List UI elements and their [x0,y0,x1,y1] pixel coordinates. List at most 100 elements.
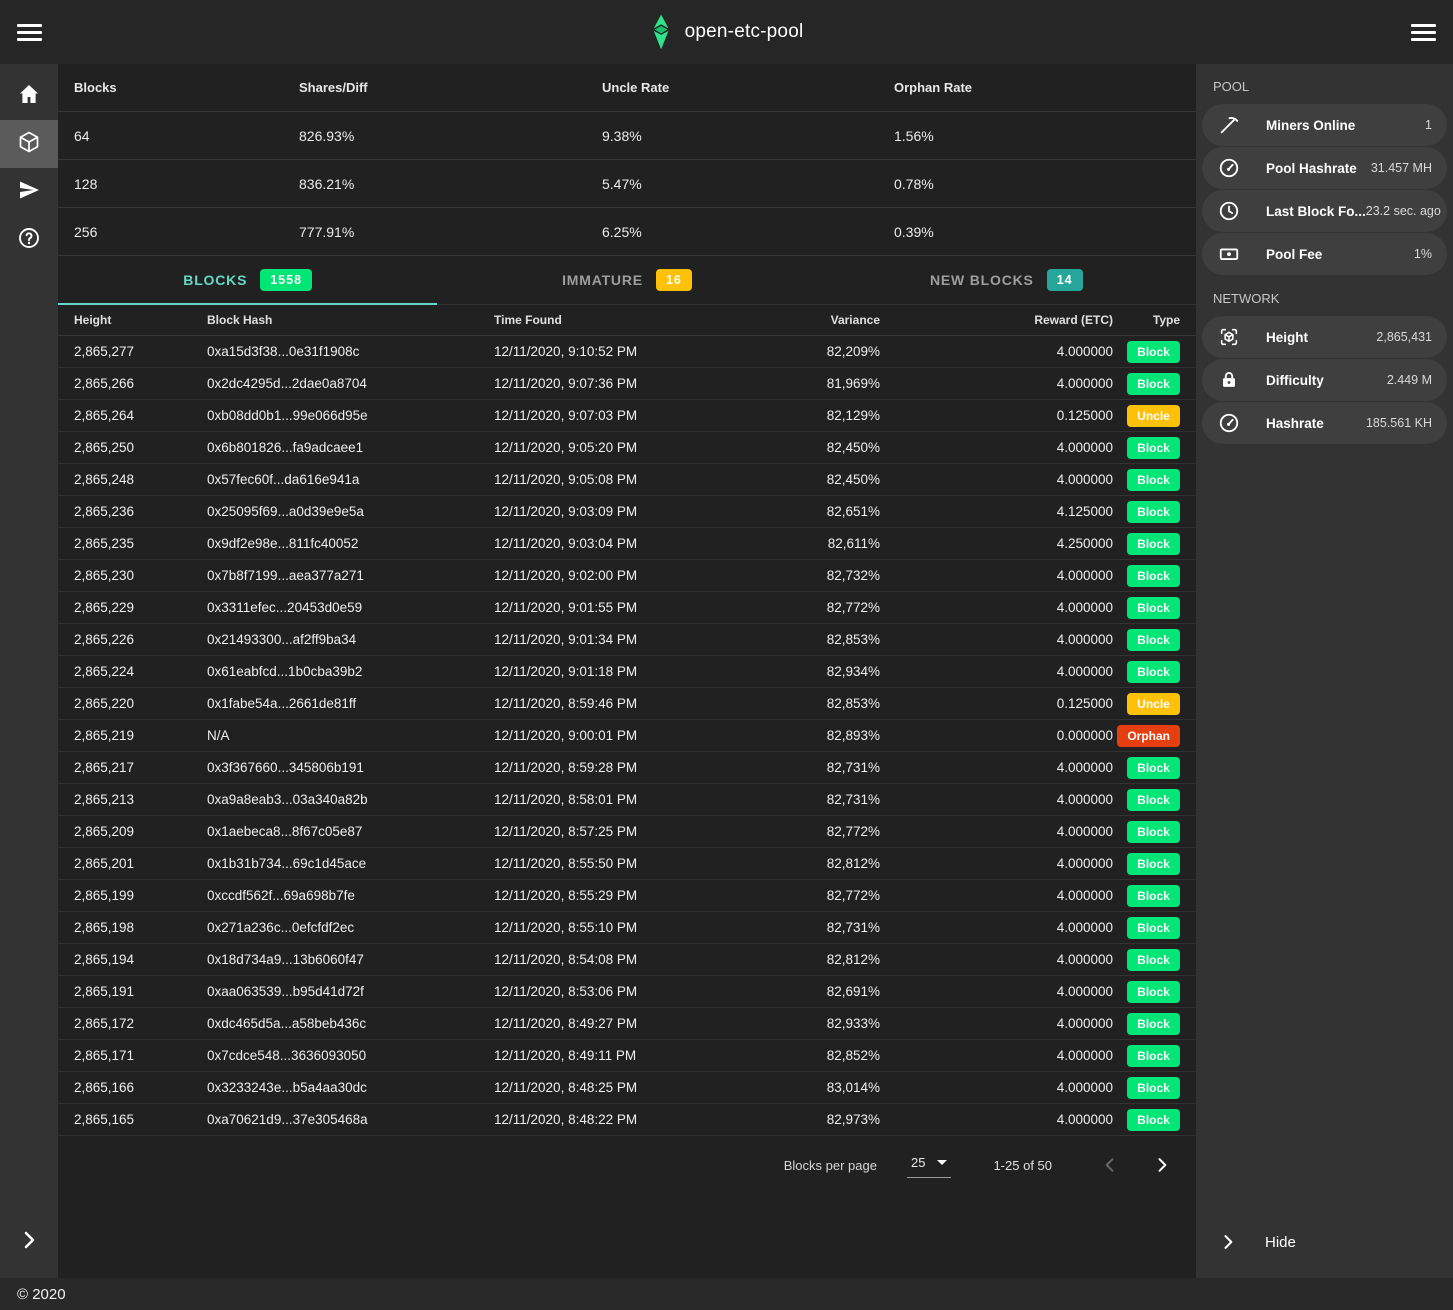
gauge-icon [1202,157,1240,179]
banknote-icon [1202,243,1240,265]
type-badge-block: Block [1127,661,1180,683]
time-found-cell: 12/11/2020, 9:00:01 PM [494,728,762,743]
type-cell: Block [1113,469,1180,491]
hide-sidebar-button[interactable]: Hide [1196,1218,1453,1266]
type-cell: Uncle [1113,693,1180,715]
network-stat-label: Height [1266,330,1308,345]
page-size-select[interactable]: 25 [907,1153,951,1178]
type-badge-block: Block [1127,469,1180,491]
network-stat-height: Height2,865,431 [1202,316,1447,358]
sidebar-item-payments[interactable] [0,168,58,216]
pickaxe-icon [1202,114,1240,136]
hide-label: Hide [1265,1234,1296,1251]
time-found-cell: 12/11/2020, 9:01:18 PM [494,664,762,679]
sidebar-item-blocks[interactable] [0,120,58,168]
table-row: 2,865,1650xa70621d9...37e305468a12/11/20… [58,1104,1196,1136]
type-cell: Block [1113,661,1180,683]
table-row: 2,865,2480x57fec60f...da616e941a12/11/20… [58,464,1196,496]
stats-row: 128836.21%5.47%0.78% [58,160,1196,208]
reward-cell: 4.000000 [880,824,1113,839]
type-cell: Block [1113,789,1180,811]
network-stat-difficulty: Difficulty2.449 M [1202,359,1447,401]
type-badge-block: Block [1127,533,1180,555]
table-row: 2,865,1660x3233243e...b5a4aa30dc12/11/20… [58,1072,1196,1104]
stats-value: 64 [74,128,299,144]
tab-blocks[interactable]: BLOCKS1558 [58,256,437,304]
height-cell: 2,865,229 [74,600,207,615]
help-icon [17,226,41,255]
reward-cell: 4.000000 [880,760,1113,775]
stats-row: 64826.93%9.38%1.56% [58,112,1196,160]
send-icon [17,178,41,207]
type-badge-block: Block [1127,501,1180,523]
table-row: 2,865,1980x271a236c...0efcfdf2ec12/11/20… [58,912,1196,944]
table-row: 2,865,2200x1fabe54a...2661de81ff12/11/20… [58,688,1196,720]
table-row: 2,865,2260x21493300...af2ff9ba3412/11/20… [58,624,1196,656]
time-found-cell: 12/11/2020, 9:05:20 PM [494,440,762,455]
variance-cell: 82,812% [762,952,880,967]
tab-label: NEW BLOCKS [930,272,1034,288]
menu-icon[interactable] [17,24,42,41]
block-hash-cell: 0x3f367660...345806b191 [207,760,494,775]
sidebar-expand-button[interactable] [0,1218,58,1266]
block-hash-cell: 0xa9a8eab3...03a340a82b [207,792,494,807]
height-cell: 2,865,201 [74,856,207,871]
pool-stat-value: 31.457 MH [1371,161,1432,175]
pagination: Blocks per page 25 1-25 of 50 [58,1136,1196,1194]
type-cell: Block [1113,757,1180,779]
table-row: 2,865,1940x18d734a9...13b6060f4712/11/20… [58,944,1196,976]
pool-stat-last-block-fo: Last Block Fo...23.2 sec. ago [1202,190,1447,232]
height-cell: 2,865,198 [74,920,207,935]
right-sidebar: POOL Miners Online1Pool Hashrate31.457 M… [1196,64,1453,1278]
table-row: 2,865,2170x3f367660...345806b19112/11/20… [58,752,1196,784]
table-row: 2,865,1710x7cdce548...363609305012/11/20… [58,1040,1196,1072]
reward-cell: 0.000000 [880,728,1113,743]
height-cell: 2,865,277 [74,344,207,359]
variance-cell: 82,732% [762,568,880,583]
menu-right-icon[interactable] [1411,24,1436,41]
time-found-cell: 12/11/2020, 9:07:36 PM [494,376,762,391]
brand: open-etc-pool [650,14,804,50]
network-stat-hashrate: Hashrate185.561 KH [1202,402,1447,444]
reward-cell: 4.000000 [880,792,1113,807]
stats-col-header: Uncle Rate [602,80,894,95]
pool-stat-pool-fee: Pool Fee1% [1202,233,1447,275]
type-badge-block: Block [1127,1045,1180,1067]
height-cell: 2,865,220 [74,696,207,711]
variance-cell: 82,731% [762,760,880,775]
time-found-cell: 12/11/2020, 8:49:11 PM [494,1048,762,1063]
block-hash-cell: 0xa70621d9...37e305468a [207,1112,494,1127]
variance-cell: 82,853% [762,696,880,711]
sidebar-item-help[interactable] [0,216,58,264]
sidebar-item-home[interactable] [0,72,58,120]
blocks-tabs: BLOCKS1558IMMATURE16NEW BLOCKS14 [58,256,1196,305]
tab-count-badge: 16 [656,269,692,291]
table-row: 2,865,2770xa15d3f38...0e31f1908c12/11/20… [58,336,1196,368]
type-cell: Block [1113,981,1180,1003]
tab-new-blocks[interactable]: NEW BLOCKS14 [817,256,1196,304]
block-hash-cell: 0x21493300...af2ff9ba34 [207,632,494,647]
chevron-right-icon [1196,1232,1238,1252]
chevron-down-icon [937,1160,947,1165]
block-hash-cell: 0x7b8f7199...aea377a271 [207,568,494,583]
variance-cell: 82,450% [762,472,880,487]
tab-immature[interactable]: IMMATURE16 [437,256,816,304]
type-badge-block: Block [1127,757,1180,779]
type-cell: Block [1113,1109,1180,1131]
type-cell: Block [1113,853,1180,875]
time-found-cell: 12/11/2020, 8:55:29 PM [494,888,762,903]
cube-scan-icon [1202,326,1240,348]
height-cell: 2,865,171 [74,1048,207,1063]
block-hash-cell: 0x1fabe54a...2661de81ff [207,696,494,711]
pool-section-title: POOL [1196,64,1453,103]
reward-cell: 4.000000 [880,952,1113,967]
type-badge-block: Block [1127,437,1180,459]
block-hash-cell: 0xdc465d5a...a58beb436c [207,1016,494,1031]
time-found-cell: 12/11/2020, 8:55:50 PM [494,856,762,871]
type-badge-block: Block [1127,1109,1180,1131]
chevron-right-icon [17,1228,41,1257]
table-row: 2,865,2660x2dc4295d...2dae0a870412/11/20… [58,368,1196,400]
next-page-button[interactable] [1150,1153,1174,1177]
prev-page-button[interactable] [1098,1153,1122,1177]
variance-cell: 82,852% [762,1048,880,1063]
